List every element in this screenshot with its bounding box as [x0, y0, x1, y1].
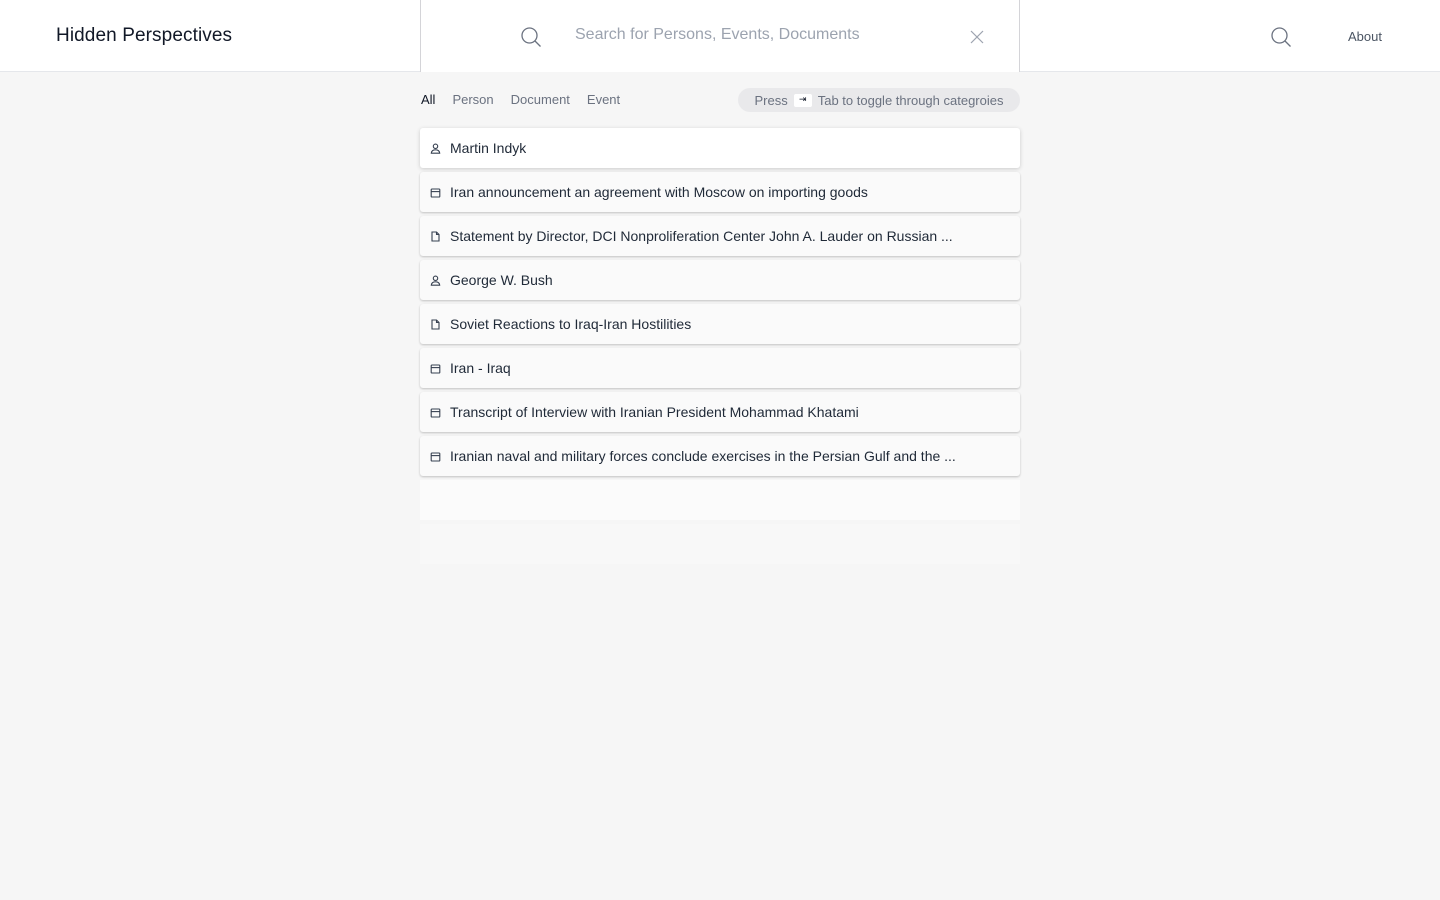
result-title: Iran - Iraq — [450, 360, 511, 376]
search-input[interactable] — [575, 22, 955, 48]
calendar-icon — [430, 407, 441, 418]
tab-document[interactable]: Document — [511, 92, 570, 110]
result-title: Martin Indyk — [450, 140, 527, 156]
calendar-icon — [430, 451, 441, 462]
person-icon — [430, 143, 441, 154]
result-title: Transcript of Interview with Iranian Pre… — [450, 404, 859, 420]
result-item[interactable]: George W. Bush — [420, 260, 1020, 300]
result-title: George W. Bush — [450, 272, 553, 288]
result-item[interactable]: Statement by Director, DCI Nonproliferat… — [420, 216, 1020, 256]
about-link[interactable]: About — [1348, 29, 1382, 44]
result-item[interactable]: Martin Indyk — [420, 128, 1020, 168]
search-bar — [420, 0, 1020, 72]
clear-search-icon[interactable] — [970, 30, 984, 44]
tab-person[interactable]: Person — [452, 92, 493, 110]
loading-placeholder-row — [420, 524, 1020, 564]
search-icon — [521, 27, 541, 47]
tab-all[interactable]: All — [421, 92, 435, 110]
result-title: Iranian naval and military forces conclu… — [450, 448, 956, 464]
result-item[interactable]: Soviet Reactions to Iraq-Iran Hostilitie… — [420, 304, 1020, 344]
result-item[interactable]: Iranian naval and military forces conclu… — [420, 436, 1020, 476]
hint-text: Tab to toggle through categroies — [817, 92, 1004, 108]
result-title: Iran announcement an agreement with Mosc… — [450, 184, 868, 200]
top-navigation-bar: Hidden Perspectives About — [0, 0, 1440, 72]
loading-placeholder-row — [420, 480, 1020, 520]
calendar-icon — [430, 363, 441, 374]
keyboard-hint: Press ⇥ Tab to toggle through categroies — [738, 88, 1020, 112]
tab-key-icon: ⇥ — [793, 93, 812, 107]
category-tabs: All Person Document Event — [421, 92, 620, 110]
site-title[interactable]: Hidden Perspectives — [56, 25, 232, 47]
document-icon — [431, 318, 440, 330]
calendar-icon — [430, 187, 441, 198]
document-icon — [431, 230, 440, 242]
person-icon — [430, 275, 441, 286]
result-item[interactable]: Transcript of Interview with Iranian Pre… — [420, 392, 1020, 432]
result-item[interactable]: Iran - Iraq — [420, 348, 1020, 388]
result-title: Soviet Reactions to Iraq-Iran Hostilitie… — [450, 316, 692, 332]
search-results: Martin Indyk Iran announcement an agreem… — [420, 128, 1020, 568]
result-item[interactable]: Iran announcement an agreement with Mosc… — [420, 172, 1020, 212]
tab-event[interactable]: Event — [587, 92, 620, 110]
hint-press-text: Press — [754, 92, 788, 108]
result-title: Statement by Director, DCI Nonproliferat… — [450, 228, 953, 244]
search-icon[interactable] — [1269, 25, 1293, 49]
